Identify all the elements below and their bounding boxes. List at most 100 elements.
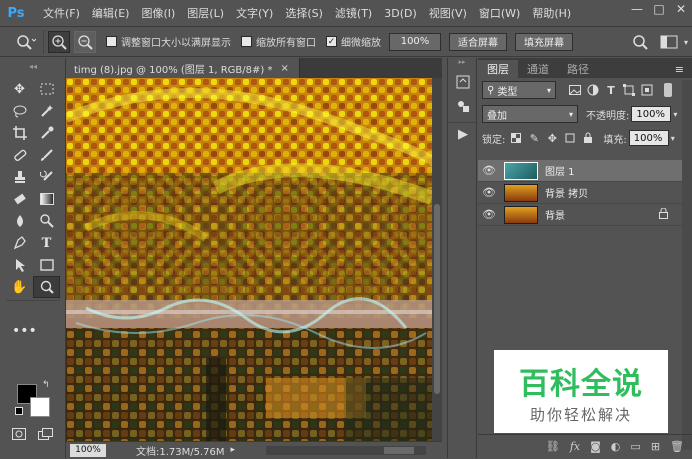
default-colors-icon[interactable] [15,407,23,415]
brush-tool-icon[interactable] [33,144,60,166]
eye-icon[interactable]: 👁 [478,208,500,221]
history-panel-icon[interactable] [448,70,478,94]
zoom-all-windows-checkbox[interactable]: 缩放所有窗口 [241,34,316,49]
group-icon[interactable]: ▭ [630,440,640,453]
zoom-in-button[interactable] [48,30,70,53]
menu-select[interactable]: 选择(S) [279,5,329,21]
lock-image-icon[interactable]: ✎ [525,129,543,147]
maximize-button[interactable]: □ [648,0,670,18]
swap-colors-icon[interactable]: ↰ [42,380,50,390]
search-icon[interactable] [632,34,648,50]
layer-name[interactable]: 图层 1 [545,163,575,178]
layers-scrollbar[interactable] [682,80,692,450]
more-tools-icon[interactable]: ••• [6,320,60,342]
tab-layers[interactable]: 图层 [478,60,518,78]
screen-mode-icon[interactable] [38,428,54,443]
chevron-down-icon[interactable]: ▾ [671,134,675,143]
filter-adjustment-icon[interactable] [584,81,602,99]
fit-screen-button[interactable]: 适合屏幕 [449,32,507,51]
new-layer-icon[interactable]: ⊞ [651,440,660,453]
scrubby-zoom-checkbox[interactable]: ✓ 细微缩放 [326,34,381,49]
tab-paths[interactable]: 路径 [558,60,598,78]
menu-view[interactable]: 视图(V) [423,5,473,21]
filter-smart-object-icon[interactable] [638,81,656,99]
zoom-tool-icon[interactable] [33,276,60,298]
chevron-down-icon[interactable]: ▾ [684,38,688,47]
menu-3d[interactable]: 3D(D) [378,7,423,20]
layer-row[interactable]: 👁 背景 [478,204,682,226]
layer-row[interactable]: 👁 背景 拷贝 [478,182,682,204]
add-mask-icon[interactable]: ◙ [590,440,601,453]
blur-tool-icon[interactable] [6,210,33,232]
actions-panel-icon[interactable]: ▶ [448,122,478,146]
quick-mask-icon[interactable] [12,428,26,443]
horizontal-scrollbar[interactable] [266,446,426,455]
layer-name[interactable]: 背景 拷贝 [545,185,588,200]
filter-pixel-icon[interactable] [566,81,584,99]
menu-file[interactable]: 文件(F) [37,5,86,21]
adjustment-layer-icon[interactable]: ◐ [611,440,621,453]
layer-row[interactable]: 👁 图层 1 [478,160,682,182]
layer-name[interactable]: 背景 [545,207,565,222]
fill-field[interactable]: 100% [628,130,669,146]
menu-window[interactable]: 窗口(W) [473,5,526,21]
properties-panel-icon[interactable] [448,94,478,118]
canvas[interactable] [66,78,432,441]
history-brush-tool-icon[interactable] [33,166,60,188]
close-tab-icon[interactable]: × [280,63,288,74]
chevron-down-icon[interactable]: ▾ [673,110,677,119]
link-layers-icon[interactable]: ⛓ [546,440,560,453]
lasso-tool-icon[interactable] [6,100,33,122]
fill-screen-button[interactable]: 填充屏幕 [515,32,573,51]
horizontal-scroll-thumb[interactable] [384,447,414,454]
vertical-scrollbar[interactable] [432,78,442,441]
gradient-tool-icon[interactable] [33,188,60,210]
lock-artboard-icon[interactable] [561,129,579,147]
move-tool-icon[interactable]: ✥ [6,78,33,100]
menu-type[interactable]: 文字(Y) [230,5,279,21]
info-arrow-icon[interactable]: ▸ [231,445,236,455]
panel-menu-icon[interactable]: ≡ [675,60,684,78]
filter-toggle-icon[interactable] [664,83,672,97]
menu-image[interactable]: 图像(I) [135,5,181,21]
pen-tool-icon[interactable] [6,232,33,254]
eraser-tool-icon[interactable] [6,188,33,210]
zoom-100-button[interactable]: 100% [389,32,441,51]
eyedropper-tool-icon[interactable] [33,122,60,144]
filter-kind-select[interactable]: ⚲ 类型 ▾ [482,81,556,99]
tool-preset-picker[interactable] [8,29,44,54]
minimize-button[interactable]: — [626,0,648,18]
healing-brush-tool-icon[interactable] [6,144,33,166]
opacity-field[interactable]: 100% [631,106,672,122]
zoom-out-button[interactable] [74,30,96,53]
dodge-tool-icon[interactable] [33,210,60,232]
magic-wand-tool-icon[interactable] [33,100,60,122]
resize-windows-checkbox[interactable]: 调整窗口大小以满屏显示 [106,34,231,49]
lock-transparent-icon[interactable] [507,129,525,147]
document-info[interactable]: 文档:1.73M/5.76M [136,443,225,458]
lock-position-icon[interactable]: ✥ [543,129,561,147]
expand-icon[interactable]: ▸▸ [448,58,476,70]
menu-edit[interactable]: 编辑(E) [86,5,136,21]
clone-stamp-tool-icon[interactable] [6,166,33,188]
menu-filter[interactable]: 滤镜(T) [329,5,378,21]
close-button[interactable]: ✕ [670,0,692,18]
filter-type-icon[interactable]: T [602,81,620,99]
hand-tool-icon[interactable]: ✋ [6,276,33,298]
workspace-icon[interactable] [660,35,678,49]
eye-icon[interactable]: 👁 [478,164,500,177]
menu-layer[interactable]: 图层(L) [181,5,230,21]
type-tool-icon[interactable]: T [33,232,60,254]
eye-icon[interactable]: 👁 [478,186,500,199]
document-tab[interactable]: timg (8).jpg @ 100% (图层 1, RGB/8#) * × [66,58,300,78]
zoom-level-field[interactable]: 100% [70,443,106,457]
marquee-tool-icon[interactable] [33,78,60,100]
path-selection-tool-icon[interactable] [6,254,33,276]
background-color-swatch[interactable] [30,397,50,417]
lock-all-icon[interactable] [579,129,597,147]
filter-shape-icon[interactable] [620,81,638,99]
trash-icon[interactable]: 🗑 [670,440,684,453]
menu-help[interactable]: 帮助(H) [526,5,577,21]
collapse-icon[interactable]: ◂◂ [0,62,66,71]
rectangle-tool-icon[interactable] [33,254,60,276]
